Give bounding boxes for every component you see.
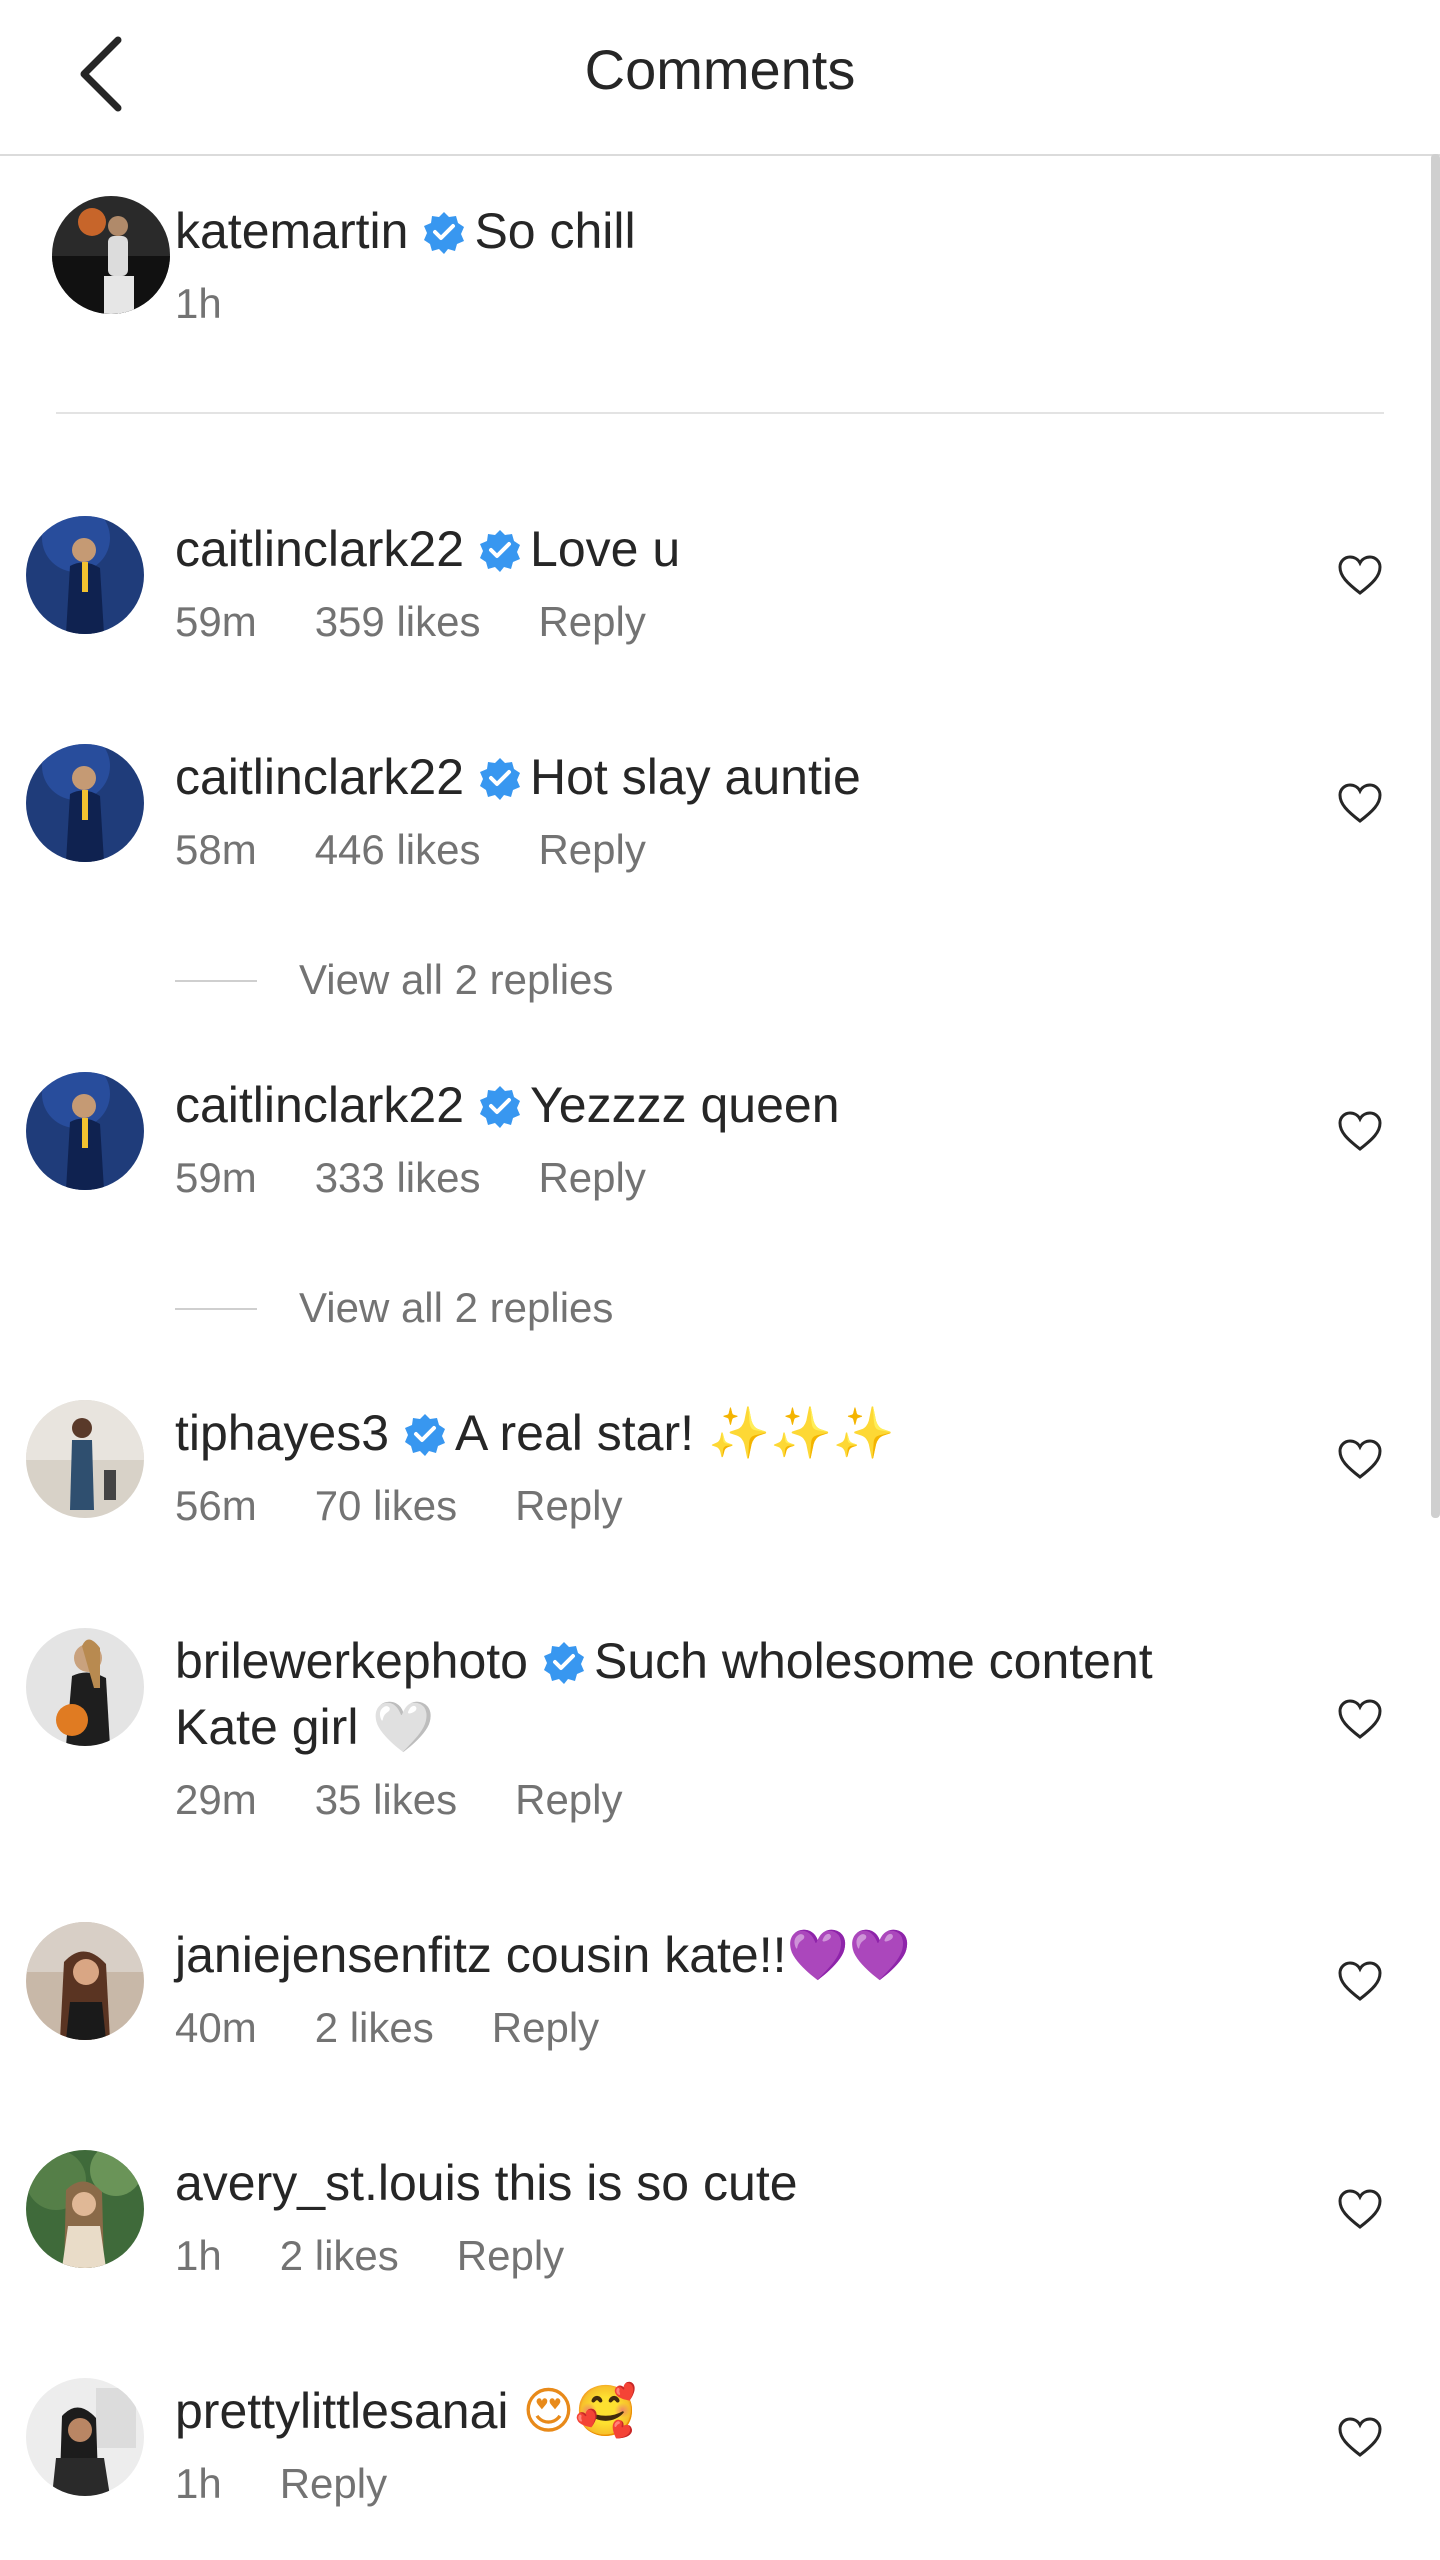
like-count[interactable]: 446 likes [315,826,481,873]
reply-button[interactable]: Reply [280,2460,387,2507]
comment-time: 1h [175,2460,222,2507]
reply-button[interactable]: Reply [538,826,645,873]
caption-username[interactable]: katemartin [175,203,408,259]
page-title: Comments [584,38,856,101]
like-count[interactable]: 35 likes [315,1776,457,1823]
comment-text: this is so cute [494,2155,798,2211]
like-count[interactable]: 2 likes [280,2232,399,2279]
comment-time: 58m [175,826,257,873]
avatar[interactable] [52,196,170,314]
comment-username[interactable]: prettylittlesanai [175,2383,509,2439]
like-count[interactable]: 70 likes [315,1482,457,1529]
divider [56,412,1384,414]
verified-badge-icon [480,758,521,800]
replies-dash [175,1308,257,1310]
verified-badge-icon [405,1414,446,1456]
scrollbar[interactable] [1431,154,1440,1518]
avatar[interactable] [26,2378,144,2496]
heart-eyes-emoji: 😍🥰 [522,2382,637,2440]
comment-time: 40m [175,2004,257,2051]
like-count[interactable]: 359 likes [315,598,481,645]
header-bar: Comments [0,0,1440,156]
comment-username[interactable]: caitlinclark22 [175,1077,464,1133]
verified-badge-icon [543,1642,584,1684]
verified-badge-icon [480,530,521,572]
reply-button[interactable]: Reply [515,1776,622,1823]
view-replies-label[interactable]: View all 2 replies [299,1278,613,1338]
heart-outline-icon[interactable] [1337,1698,1383,1740]
avatar[interactable] [26,1072,144,1190]
white-heart-emoji: 🤍 [372,1698,435,1756]
reply-button[interactable]: Reply [492,2004,599,2051]
view-replies-label[interactable]: View all 2 replies [299,950,613,1010]
heart-outline-icon[interactable] [1337,1110,1383,1152]
avatar[interactable] [26,744,144,862]
heart-outline-icon[interactable] [1337,2188,1383,2230]
avatar[interactable] [26,2150,144,2268]
comment-text: Love u [530,521,681,577]
comment-time: 29m [175,1776,257,1823]
comment-username[interactable]: caitlinclark22 [175,749,464,805]
heart-outline-icon[interactable] [1337,1960,1383,2002]
like-count[interactable]: 2 likes [315,2004,434,2051]
avatar[interactable] [26,1628,144,1746]
replies-dash [175,980,257,982]
reply-button[interactable]: Reply [538,1154,645,1201]
like-count[interactable]: 333 likes [315,1154,481,1201]
comment-text: Such wholesome content [593,1633,1153,1689]
sparkles-emoji: ✨✨✨ [707,1404,895,1462]
caption-time: 1h [175,280,222,327]
verified-badge-icon [424,212,465,254]
comment-username[interactable]: tiphayes3 [175,1405,389,1461]
reply-button[interactable]: Reply [457,2232,564,2279]
comment-username[interactable]: janiejensenfitz [175,1927,492,1983]
reply-button[interactable]: Reply [515,1482,622,1529]
comment-time: 59m [175,598,257,645]
avatar[interactable] [26,516,144,634]
post-caption: katemartin So chill 1h [26,196,1386,356]
comment-text: cousin kate!! [505,1927,787,1983]
purple-heart-emoji: 💜💜 [786,1926,912,1984]
comment-time: 1h [175,2232,222,2279]
comment-text: A real star! [455,1405,708,1461]
comment-text: Yezzzz queen [530,1077,840,1133]
caption-text: So chill [474,203,636,259]
comment-time: 56m [175,1482,257,1529]
avatar[interactable] [26,1400,144,1518]
comment-text: Hot slay auntie [530,749,861,805]
comment-username[interactable]: caitlinclark22 [175,521,464,577]
heart-outline-icon[interactable] [1337,554,1383,596]
comment-username[interactable]: avery_st.louis [175,2155,481,2211]
avatar[interactable] [26,1922,144,2040]
heart-outline-icon[interactable] [1337,782,1383,824]
comment-username[interactable]: brilewerkephoto [175,1633,528,1689]
reply-button[interactable]: Reply [538,598,645,645]
heart-outline-icon[interactable] [1337,1438,1383,1480]
heart-outline-icon[interactable] [1337,2416,1383,2458]
comment-time: 59m [175,1154,257,1201]
comment-text-continued: Kate girl [175,1699,373,1755]
verified-badge-icon [480,1086,521,1128]
